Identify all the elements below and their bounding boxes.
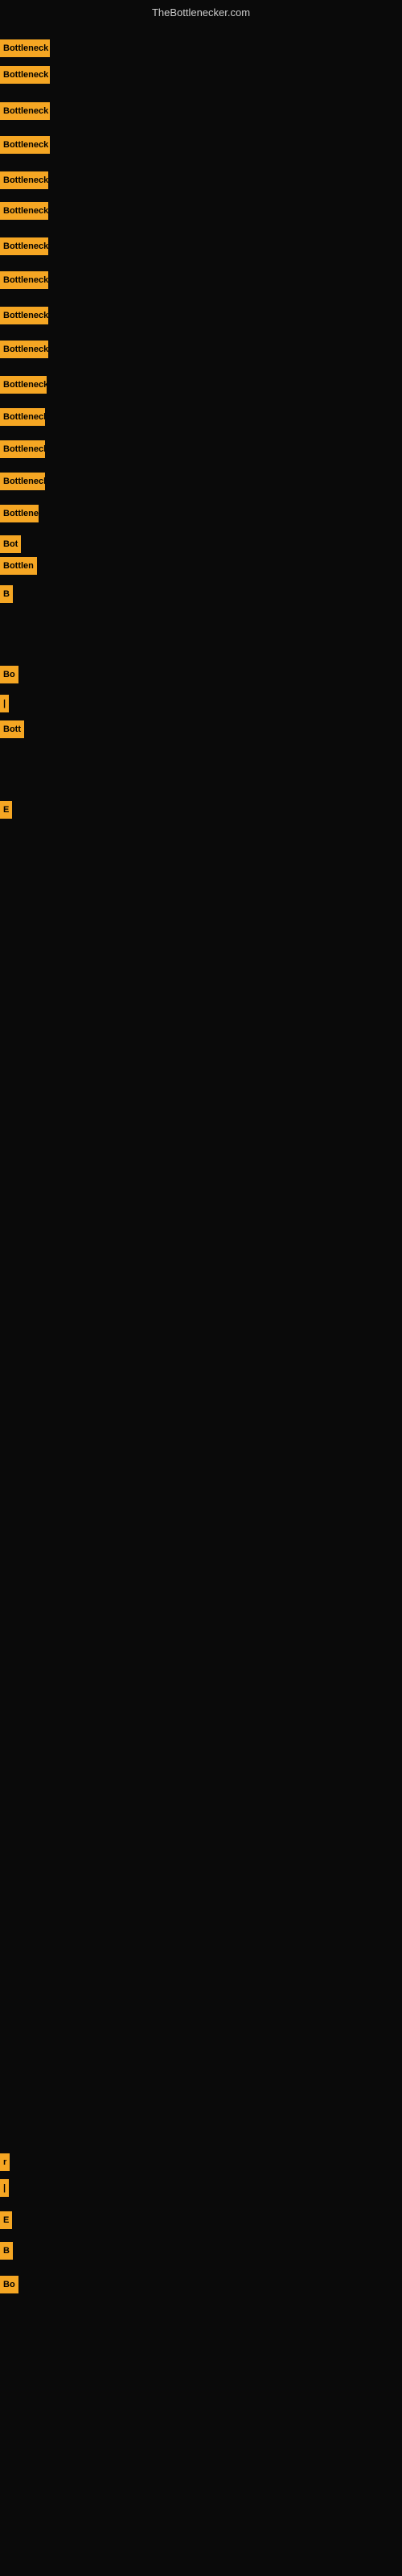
bar-row: Bottlene — [0, 505, 39, 522]
bar-label: E — [0, 2211, 12, 2229]
bar-label: Bot — [0, 535, 21, 553]
bar-row: | — [0, 695, 9, 712]
bar-row: Bottleneck resu — [0, 307, 48, 324]
bar-label: r — [0, 2153, 10, 2171]
bar-label: B — [0, 585, 13, 603]
bar-row: Bottleneck resu — [0, 202, 48, 220]
bar-label: Bo — [0, 2276, 18, 2293]
site-title: TheBottlenecker.com — [152, 6, 250, 19]
bar-row: Bo — [0, 666, 18, 683]
bar-row: Bottleneck re — [0, 473, 45, 490]
bar-label: Bottleneck result — [0, 66, 50, 84]
bar-row: Bottleneck result — [0, 66, 50, 84]
bar-label: Bottleneck resu — [0, 307, 48, 324]
site-header: TheBottlenecker.com — [0, 0, 402, 22]
bar-label: Bottleneck result — [0, 39, 50, 57]
bar-label: Bottleneck result — [0, 136, 50, 154]
bar-label: B — [0, 2242, 13, 2260]
bar-label: Bottleneck res — [0, 376, 47, 394]
bar-row: Bottleneck result — [0, 102, 50, 120]
bar-label: Bott — [0, 720, 24, 738]
bar-label: Bottleneck resu — [0, 341, 48, 358]
bar-label: Bottlene — [0, 505, 39, 522]
bar-label: | — [0, 2179, 9, 2197]
bar-label: E — [0, 801, 12, 819]
bar-label: Bottleneck re — [0, 473, 45, 490]
bar-label: Bottleneck resu — [0, 202, 48, 220]
bar-label: Bottleneck result — [0, 102, 50, 120]
bar-label: Bottleneck resu — [0, 171, 48, 189]
bar-row: Bottleneck result — [0, 39, 50, 57]
bar-row: Bottleneck re — [0, 408, 45, 426]
bar-label: | — [0, 695, 9, 712]
bar-row: Bo — [0, 2276, 18, 2293]
bar-row: Bot — [0, 535, 21, 553]
bar-row: Bottleneck res — [0, 376, 47, 394]
bar-row: Bott — [0, 720, 24, 738]
bar-label: Bottleneck resu — [0, 237, 48, 255]
bar-label: Bottleneck re — [0, 440, 45, 458]
bar-label: Bottleneck re — [0, 408, 45, 426]
bar-row: Bottleneck resu — [0, 341, 48, 358]
bar-row: E — [0, 2211, 12, 2229]
bar-row: Bottleneck re — [0, 440, 45, 458]
bar-label: Bo — [0, 666, 18, 683]
bar-row: Bottleneck resu — [0, 271, 48, 289]
bar-row: Bottleneck resu — [0, 237, 48, 255]
bar-label: Bottleneck resu — [0, 271, 48, 289]
bar-row: | — [0, 2179, 9, 2197]
bar-row: E — [0, 801, 12, 819]
bar-label: Bottlen — [0, 557, 37, 575]
bar-row: Bottleneck result — [0, 136, 50, 154]
bar-row: B — [0, 585, 13, 603]
bar-row: Bottleneck resu — [0, 171, 48, 189]
bar-row: B — [0, 2242, 13, 2260]
bar-row: Bottlen — [0, 557, 37, 575]
bar-row: r — [0, 2153, 10, 2171]
